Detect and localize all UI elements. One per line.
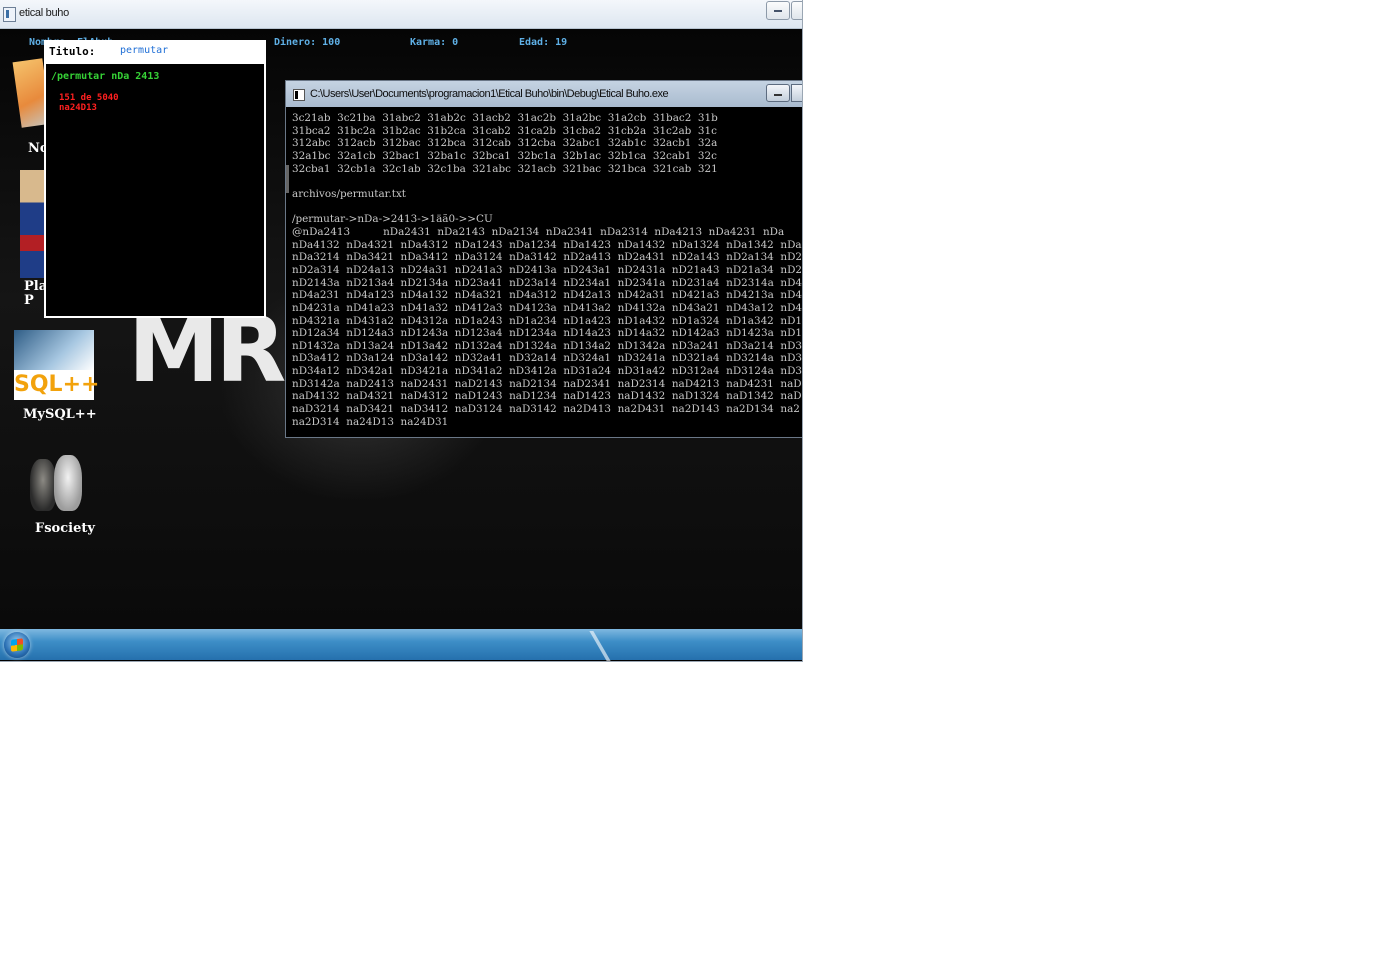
fsociety-mask-icon[interactable]: [30, 455, 84, 515]
popup-command: /permutar nDa 2413: [51, 71, 160, 82]
popup-title-label: Titulo:: [49, 45, 96, 58]
popup-title-value: permutar: [120, 45, 169, 56]
face-graphic: [30, 459, 56, 511]
console-line: 312abc 312acb 312bac 312bca 312cab 312cb…: [292, 137, 718, 150]
sql-icon-text: SQL++: [14, 372, 100, 397]
stat-karma: Karma: 0: [410, 37, 459, 48]
console-scrollbar[interactable]: [286, 165, 289, 193]
console-line: @nDa2413 nDa2431 nDa2143 nDa2134 nDa2341…: [292, 225, 785, 238]
console-line: nD2a314 nD24a13 nD24a31 nD241a3 nD2413a …: [292, 263, 802, 276]
console-line: nD34a12 nD342a1 nD3421a nD341a2 nD3412a …: [292, 365, 802, 378]
console-window: C:\Users\User\Documents\programacion1\Et…: [285, 80, 802, 438]
console-output[interactable]: 3c21ab 3c21ba 31abc2 31ab2c 31acb2 31ac2…: [292, 112, 802, 430]
mask-graphic: [54, 455, 82, 511]
stat-edad: Edad: 19: [519, 37, 568, 48]
console-line: 32a1bc 32a1cb 32bac1 32ba1c 32bca1 32bc1…: [292, 149, 717, 162]
console-line: nDa4132 nDa4321 nDa4312 nDa1243 nDa1234 …: [292, 238, 802, 251]
console-line: naD4132 naD4321 naD4312 naD1243 naD1234 …: [292, 390, 802, 403]
console-line: /permutar->nDa->2413->1äã0->>CU: [292, 213, 493, 226]
console-maximize-button[interactable]: [791, 84, 802, 102]
taskbar: [0, 629, 802, 660]
app-icon: [3, 7, 16, 22]
console-line: nD1432a nD13a24 nD13a42 nD132a4 nD1324a …: [292, 339, 802, 352]
window-title: etical buho: [19, 7, 69, 19]
minimize-button[interactable]: [766, 1, 790, 20]
console-line: nD12a34 nD124a3 nD1243a nD123a4 nD1234a …: [292, 327, 802, 340]
console-minimize-button[interactable]: [766, 84, 790, 102]
windows-start-icon[interactable]: [4, 632, 30, 658]
window-titlebar[interactable]: etical buho: [0, 0, 802, 29]
permutar-popup: Titulo: permutar /permutar nDa 2413 151 …: [44, 40, 266, 318]
console-titlebar[interactable]: C:\Users\User\Documents\programacion1\Et…: [286, 81, 802, 107]
console-line: 3c21ab 3c21ba 31abc2 31ab2c 31acb2 31ac2…: [292, 112, 718, 124]
console-app-icon: [293, 89, 305, 101]
console-line: 32cba1 32cb1a 32c1ab 32c1ba 321abc 321ac…: [292, 162, 718, 175]
console-title: C:\Users\User\Documents\programacion1\Et…: [310, 88, 669, 100]
console-line: 31bca2 31bc2a 31b2ac 31b2ca 31cab2 31ca2…: [292, 124, 717, 137]
sql-icon[interactable]: SQL++: [14, 330, 100, 400]
popup-header: Titulo: permutar: [46, 42, 264, 64]
console-line: nD3142a naD2413 naD2431 naD2143 naD2134 …: [292, 377, 802, 390]
desktop-icon-label-mysql[interactable]: MySQL++: [23, 407, 97, 422]
etical-buho-window: etical buho Nombre: ElAbuh Dinero: 100 K…: [0, 0, 803, 662]
planet-icon[interactable]: [20, 170, 46, 278]
console-line: archivos/permutar.txt: [292, 187, 406, 200]
console-line: nD4231a nD41a23 nD41a32 nD412a3 nD4123a …: [292, 301, 802, 314]
popup-progress-count: 151 de 5040: [59, 93, 119, 103]
maximize-button[interactable]: [791, 1, 802, 20]
stat-dinero: Dinero: 100: [274, 37, 341, 48]
console-line: na2D314 na24D13 na24D31: [292, 415, 449, 428]
popup-current-permutation: na24D13: [59, 103, 97, 113]
console-line: nD4a231 nD4a123 nD4a132 nD4a321 nD4a312 …: [292, 289, 802, 302]
mysql-dolphin-graphic: [14, 330, 94, 370]
console-line: nD4321a nD431a2 nD4312a nD1a243 nD1a234 …: [292, 314, 802, 327]
console-line: nD3a412 nD3a124 nD3a142 nD32a41 nD32a14 …: [292, 352, 802, 365]
console-line: nD2143a nD213a4 nD2134a nD23a41 nD23a14 …: [292, 276, 802, 289]
console-line: nDa3214 nDa3421 nDa3412 nDa3124 nDa3142 …: [292, 251, 802, 264]
desktop-icon-label-fsociety[interactable]: Fsociety: [35, 521, 95, 536]
console-line: naD3214 naD3421 naD3412 naD3124 naD3142 …: [292, 403, 800, 416]
